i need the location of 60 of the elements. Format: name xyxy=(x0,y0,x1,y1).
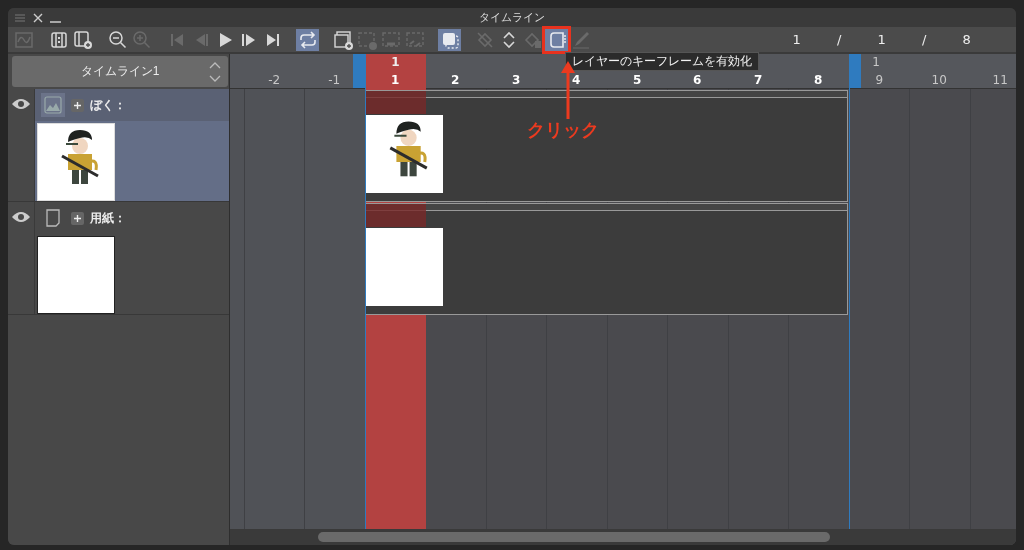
frame-counter-text: 1 xyxy=(791,32,802,47)
keyframe-button[interactable] xyxy=(545,28,568,51)
loop-button[interactable] xyxy=(296,28,319,51)
layer-name: ぼく： xyxy=(90,96,126,114)
close-button[interactable] xyxy=(32,11,44,24)
link-cel-icon xyxy=(380,29,401,50)
loop-icon xyxy=(297,29,318,50)
layer-name: 用紙： xyxy=(90,209,126,227)
expand-button[interactable] xyxy=(71,211,84,225)
window-title: タイムライン xyxy=(479,11,545,24)
zoom-in-icon xyxy=(131,29,152,50)
visibility-toggle[interactable] xyxy=(11,97,31,111)
chevron-icon xyxy=(208,60,222,84)
frames-icon xyxy=(48,29,69,50)
paper-layer-icon xyxy=(44,209,62,227)
annotation-label: クリック xyxy=(527,118,599,142)
tooltip: レイヤーのキーフレームを有効化 xyxy=(565,52,759,71)
expand-button[interactable] xyxy=(71,98,84,112)
onion-skin-button[interactable] xyxy=(438,28,461,51)
ruler-number: 2 xyxy=(450,74,461,87)
eye-icon xyxy=(11,97,31,111)
ruler-number: 1 xyxy=(390,74,401,87)
scrollbar-thumb[interactable] xyxy=(318,532,830,542)
frame-counter-text: / xyxy=(921,32,928,47)
ruler-number: 8 xyxy=(813,74,824,87)
current-frame-highlight xyxy=(366,204,426,227)
minimize-icon xyxy=(50,21,61,23)
move-key-icon xyxy=(474,29,495,50)
ruler-number: -2 xyxy=(267,74,282,87)
close-icon xyxy=(32,11,44,24)
ruler-number: 3 xyxy=(511,74,522,87)
visibility-toggle[interactable] xyxy=(11,210,31,224)
new-folder-button[interactable] xyxy=(331,28,354,51)
ruler-number: -1 xyxy=(327,74,342,87)
frame-counter-text: / xyxy=(836,32,843,47)
eye-icon xyxy=(11,210,31,224)
ruler-number: 10 xyxy=(930,74,948,87)
start-marker xyxy=(353,54,365,88)
add-frames-button[interactable] xyxy=(71,28,94,51)
ruler-number: 6 xyxy=(692,74,703,87)
end-frame-label: 1 xyxy=(871,55,881,69)
ruler-number: 9 xyxy=(874,74,885,87)
current-frame-label: 1 xyxy=(390,55,401,69)
ruler-number: 5 xyxy=(632,74,643,87)
new-cel-icon xyxy=(356,29,377,50)
menu-icon xyxy=(14,11,26,24)
ruler-number: 7 xyxy=(753,74,764,87)
graph-icon xyxy=(13,29,34,50)
frame-counter-text: 1 xyxy=(876,32,887,47)
pen-icon xyxy=(570,29,591,50)
current-frame-highlight xyxy=(366,91,426,114)
unlink-cel-icon xyxy=(404,29,425,50)
layer-row[interactable]: 用紙： xyxy=(8,202,229,315)
timeline-dropdown[interactable]: タイムライン1 xyxy=(12,56,228,87)
ruler-number: 11 xyxy=(991,74,1009,87)
image-layer-icon xyxy=(44,96,62,114)
ruler-number: 4 xyxy=(571,74,582,87)
zoom-out-button[interactable] xyxy=(106,28,129,51)
zoom-out-icon xyxy=(107,29,128,50)
frame-counter-text: 8 xyxy=(961,32,972,47)
